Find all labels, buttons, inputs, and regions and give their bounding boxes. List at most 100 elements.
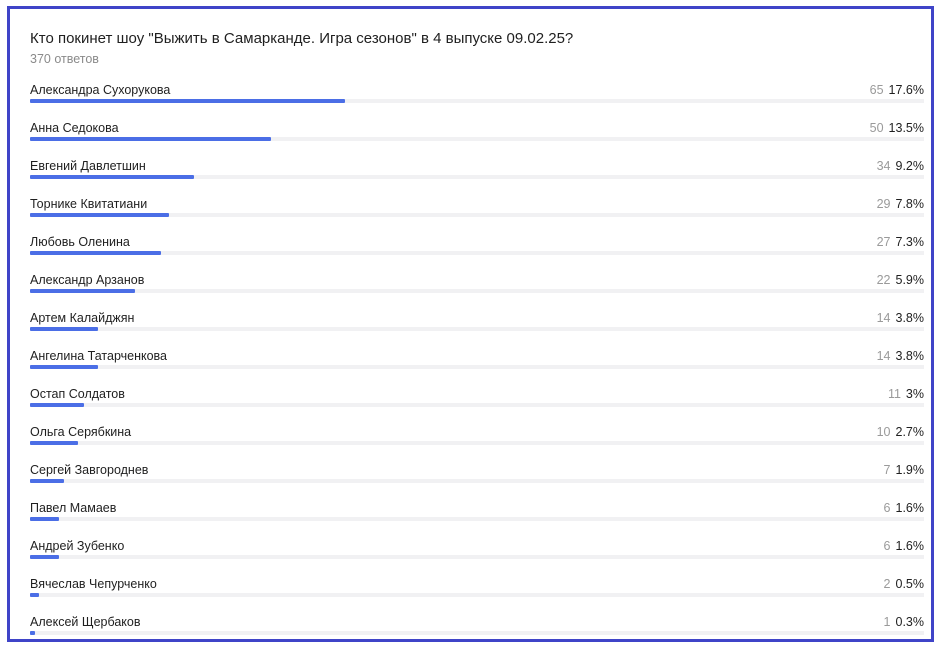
bar-track (30, 403, 924, 407)
option-label: Любовь Оленина (30, 235, 130, 249)
vote-count: 14 (876, 349, 891, 363)
option-label: Андрей Зубенко (30, 539, 125, 553)
option-stats: 29 7.8% (877, 197, 924, 212)
poll-option-row: Евгений Давлетшин 34 9.2% (30, 155, 924, 193)
option-stats: 50 13.5% (870, 121, 924, 136)
option-stats: 14 3.8% (877, 349, 924, 364)
vote-count: 6 (883, 501, 891, 515)
response-count: 370 ответов (30, 52, 99, 66)
option-label: Евгений Давлетшин (30, 159, 146, 173)
vote-percent: 1.6% (895, 501, 925, 515)
bar-fill (30, 517, 59, 521)
bar-track (30, 593, 924, 597)
poll-option-row: Остап Солдатов 11 3% (30, 383, 924, 421)
vote-count: 14 (876, 311, 891, 325)
vote-count: 11 (887, 387, 901, 401)
bar-track (30, 517, 924, 521)
vote-count: 27 (876, 235, 891, 249)
option-label: Торнике Квитатиани (30, 197, 148, 211)
vote-percent: 3.8% (895, 349, 925, 363)
poll-option-row: Александр Арзанов 22 5.9% (30, 269, 924, 307)
vote-percent: 3.8% (895, 311, 925, 325)
option-stats: 2 0.5% (884, 577, 924, 592)
vote-count: 34 (876, 159, 891, 173)
bar-track (30, 479, 924, 483)
option-stats: 14 3.8% (877, 311, 924, 326)
vote-percent: 2.7% (895, 425, 925, 439)
vote-percent: 1.9% (895, 463, 925, 477)
bar-fill (30, 631, 35, 635)
option-stats: 65 17.6% (870, 83, 924, 98)
option-label: Ольга Серябкина (30, 425, 132, 439)
bar-track (30, 631, 924, 635)
bar-track (30, 137, 924, 141)
poll-option-row: Александра Сухорукова 65 17.6% (30, 79, 924, 117)
poll-results-card: Кто покинет шоу "Выжить в Самарканде. Иг… (7, 6, 934, 642)
vote-count: 7 (883, 463, 891, 477)
option-stats: 6 1.6% (884, 539, 924, 554)
vote-count: 1 (883, 615, 891, 629)
poll-option-row: Торнике Квитатиани 29 7.8% (30, 193, 924, 231)
vote-percent: 1.6% (895, 539, 925, 553)
bar-fill (30, 99, 345, 103)
option-label: Александр Арзанов (30, 273, 145, 287)
vote-percent: 13.5% (888, 121, 924, 135)
vote-count: 22 (876, 273, 891, 287)
vote-percent: 0.3% (895, 615, 925, 629)
bar-fill (30, 479, 64, 483)
option-stats: 10 2.7% (877, 425, 924, 440)
vote-percent: 5.9% (895, 273, 925, 287)
bar-fill (30, 137, 271, 141)
vote-percent: 7.8% (895, 197, 925, 211)
bar-track (30, 365, 924, 369)
option-label: Алексей Щербаков (30, 615, 141, 629)
poll-option-row: Андрей Зубенко 6 1.6% (30, 535, 924, 573)
option-stats: 22 5.9% (877, 273, 924, 288)
bar-track (30, 289, 924, 293)
bar-track (30, 327, 924, 331)
option-stats: 34 9.2% (877, 159, 924, 174)
bar-fill (30, 593, 39, 597)
vote-percent: 3% (905, 387, 924, 401)
poll-option-row: Анна Седокова 50 13.5% (30, 117, 924, 155)
option-label: Анна Седокова (30, 121, 119, 135)
vote-count: 6 (883, 539, 891, 553)
vote-percent: 9.2% (895, 159, 925, 173)
option-label: Павел Мамаев (30, 501, 117, 515)
poll-option-row: Вячеслав Чепурченко 2 0.5% (30, 573, 924, 611)
poll-option-row: Павел Мамаев 6 1.6% (30, 497, 924, 535)
poll-option-row: Артем Калайджян 14 3.8% (30, 307, 924, 345)
option-stats: 27 7.3% (877, 235, 924, 250)
vote-count: 10 (876, 425, 891, 439)
vote-count: 2 (883, 577, 891, 591)
bar-fill (30, 403, 84, 407)
bar-fill (30, 213, 169, 217)
bar-track (30, 213, 924, 217)
option-label: Сергей Завгороднев (30, 463, 149, 477)
option-stats: 11 3% (888, 387, 924, 402)
option-stats: 1 0.3% (884, 615, 924, 630)
bar-fill (30, 289, 135, 293)
option-stats: 7 1.9% (884, 463, 924, 478)
bar-fill (30, 441, 78, 445)
poll-options-list: Александра Сухорукова 65 17.6% Анна Седоков… (30, 79, 924, 649)
vote-percent: 17.6% (888, 83, 924, 97)
poll-option-row: Алексей Щербаков 1 0.3% (30, 611, 924, 649)
bar-track (30, 99, 924, 103)
bar-track (30, 251, 924, 255)
option-label: Ангелина Татарченкова (30, 349, 168, 363)
vote-percent: 0.5% (895, 577, 925, 591)
vote-percent: 7.3% (895, 235, 925, 249)
option-label: Александра Сухорукова (30, 83, 171, 97)
bar-fill (30, 327, 98, 331)
bar-fill (30, 365, 98, 369)
poll-option-row: Ольга Серябкина 10 2.7% (30, 421, 924, 459)
option-label: Остап Солдатов (30, 387, 125, 401)
bar-track (30, 555, 924, 559)
option-label: Вячеслав Чепурченко (30, 577, 157, 591)
bar-fill (30, 251, 161, 255)
bar-fill (30, 175, 194, 179)
poll-option-row: Любовь Оленина 27 7.3% (30, 231, 924, 269)
bar-track (30, 175, 924, 179)
vote-count: 29 (876, 197, 891, 211)
